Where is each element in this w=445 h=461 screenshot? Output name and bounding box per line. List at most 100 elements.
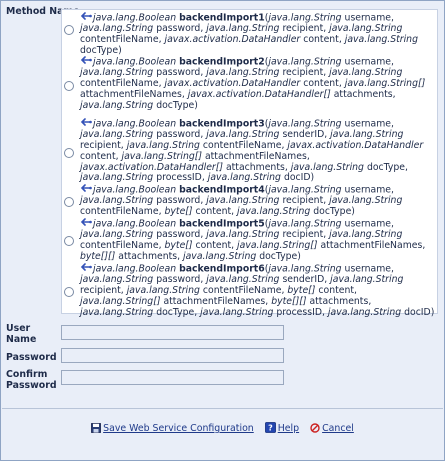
method-option-5[interactable]: java.lang.Boolean backendImport5(java.la… <box>62 218 439 265</box>
param-name: recipient <box>80 140 121 151</box>
param-name: attachmentFileNames <box>204 150 307 162</box>
param-type: java.lang.String <box>268 184 342 196</box>
method-signature-3: java.lang.Boolean backendImport3(java.la… <box>80 118 424 184</box>
param-name: attachmentFileNames <box>80 88 182 100</box>
param-name: docType <box>80 44 119 56</box>
param-name: content <box>318 285 355 296</box>
param-type: java.lang.String <box>330 129 404 141</box>
param-name: docType <box>366 161 405 173</box>
param-type: java.lang.String <box>200 306 274 318</box>
method-arrow-icon <box>80 263 92 275</box>
param-name: password <box>156 195 201 207</box>
param-name: content <box>195 206 232 217</box>
param-name: username <box>344 218 392 230</box>
svg-text:?: ? <box>268 424 273 433</box>
cancel-link[interactable]: Cancel <box>310 423 354 436</box>
param-name: username <box>344 118 392 130</box>
param-name: content <box>303 34 339 45</box>
param-name: recipient <box>282 195 324 207</box>
return-type: java.lang.Boolean <box>93 12 177 24</box>
param-name: username <box>344 56 392 68</box>
param-type: java.lang.String <box>80 274 154 286</box>
param-type: java.lang.String <box>80 229 154 241</box>
param-type: java.lang.String <box>268 263 342 275</box>
param-type: java.lang.String <box>329 195 403 207</box>
param-type: java.lang.String <box>80 195 154 207</box>
param-type: java.lang.String <box>126 285 200 296</box>
return-type: java.lang.Boolean <box>93 218 177 230</box>
confirm-password-label: Confirm Password <box>6 369 57 391</box>
param-name: username <box>344 263 392 275</box>
confirm-password-input[interactable] <box>61 370 284 385</box>
method-name: backendImport6 <box>179 263 265 275</box>
user-name-input[interactable] <box>61 325 284 340</box>
param-type: javax.activation.DataHandler <box>164 78 301 89</box>
param-type: byte[] <box>164 206 193 217</box>
param-type: byte[][] <box>80 250 116 262</box>
method-signature-6: java.lang.Boolean backendImport6(java.la… <box>80 263 435 318</box>
param-name: attachments <box>333 88 393 100</box>
param-type: java.lang.String <box>268 56 342 68</box>
user-name-label: User Name <box>6 323 37 345</box>
param-type: java.lang.String <box>80 129 154 141</box>
param-type: java.lang.String <box>329 23 403 35</box>
param-name: senderID <box>282 129 325 141</box>
save-config-link[interactable]: Save Web Service Configuration <box>91 423 254 436</box>
param-type: java.lang.String <box>207 172 281 184</box>
method-radio-3[interactable] <box>64 148 74 158</box>
param-type: java.lang.String[] <box>121 150 202 162</box>
method-option-4[interactable]: java.lang.Boolean backendImport4(java.la… <box>62 184 439 220</box>
save-config-label: Save Web Service Configuration <box>103 423 254 434</box>
help-label: Help <box>277 423 300 434</box>
cancel-label: Cancel <box>322 423 354 434</box>
param-name: attachments <box>225 161 285 173</box>
password-input[interactable] <box>61 348 284 363</box>
param-type: java.lang.String <box>329 229 403 241</box>
method-option-2[interactable]: java.lang.Boolean backendImport2(java.la… <box>62 56 439 118</box>
param-name: password <box>156 67 201 79</box>
param-name: docID <box>283 172 311 184</box>
param-type: java.lang.String <box>344 34 418 45</box>
method-option-1[interactable]: java.lang.Boolean backendImport1(java.la… <box>62 12 439 56</box>
param-type: java.lang.String <box>327 306 402 318</box>
param-type: javax.activation.DataHandler <box>164 34 301 45</box>
param-name: docType <box>156 306 195 318</box>
help-link[interactable]: ? Help <box>264 422 300 436</box>
param-name: username <box>344 12 392 24</box>
param-type: java.lang.String <box>80 99 154 111</box>
cancel-circle-icon <box>310 423 320 436</box>
method-name: backendImport4 <box>179 184 265 196</box>
param-type: javax.activation.DataHandler[] <box>80 161 223 173</box>
param-type: byte[] <box>287 285 316 296</box>
method-option-3[interactable]: java.lang.Boolean backendImport3(java.la… <box>62 118 439 186</box>
password-label: Password <box>6 352 57 363</box>
method-name: backendImport2 <box>179 56 265 68</box>
method-option-6[interactable]: java.lang.Boolean backendImport6(java.la… <box>62 263 439 318</box>
param-name: contentFileName <box>80 206 159 217</box>
param-name: attachments <box>309 295 369 307</box>
param-name: recipient <box>282 229 324 241</box>
method-name: backendImport3 <box>179 118 265 130</box>
method-radio-6[interactable] <box>64 287 74 297</box>
param-name: password <box>156 229 201 241</box>
method-radio-5[interactable] <box>64 236 74 246</box>
param-name: docID <box>404 306 431 318</box>
param-name: password <box>156 23 201 35</box>
return-type: java.lang.Boolean <box>93 263 177 275</box>
method-signature-4: java.lang.Boolean backendImport4(java.la… <box>80 184 403 217</box>
param-type: java.lang.String <box>268 12 342 24</box>
param-type: java.lang.String <box>126 140 200 151</box>
divider <box>2 408 443 409</box>
method-arrow-icon <box>80 218 92 230</box>
param-type: java.lang.String <box>80 23 154 35</box>
param-name: content <box>80 150 116 162</box>
param-type: javax.activation.DataHandler[] <box>187 88 331 100</box>
web-service-config-panel: Method Name java.lang.Boolean backendImp… <box>0 0 445 461</box>
method-radio-4[interactable] <box>64 197 74 207</box>
method-radio-2[interactable] <box>64 81 74 91</box>
param-type: java.lang.String <box>206 195 280 207</box>
param-name: contentFileName <box>202 140 282 151</box>
method-radio-1[interactable] <box>64 25 74 35</box>
return-type: java.lang.Boolean <box>93 56 177 68</box>
param-type: java.lang.String <box>268 218 342 230</box>
